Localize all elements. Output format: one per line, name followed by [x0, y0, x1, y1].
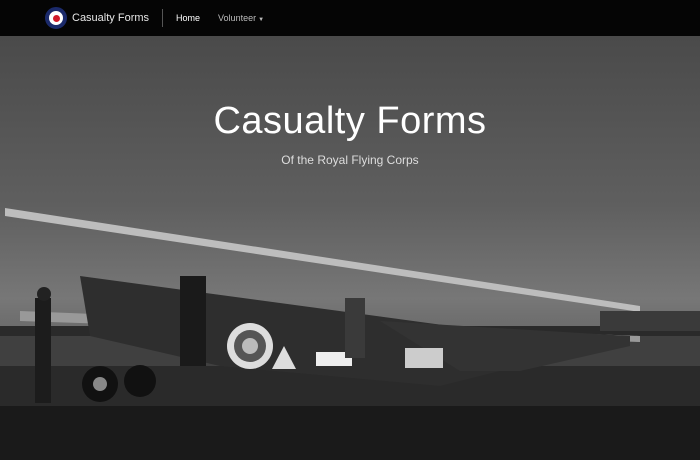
nav-divider — [162, 9, 164, 27]
hero-subtitle: Of the Royal Flying Corps — [281, 153, 419, 167]
brand-name: Casualty Forms — [72, 12, 150, 24]
navbar: Casualty Forms Home Volunteer ▼ — [0, 0, 700, 36]
hero-section: Casualty Forms Of the Royal Flying Corps — [0, 36, 700, 460]
brand-link[interactable]: Casualty Forms — [45, 7, 149, 29]
nav-volunteer-label: Volunteer — [218, 13, 257, 23]
caret-down-icon: ▼ — [258, 17, 265, 23]
nav-volunteer-dropdown[interactable]: Volunteer ▼ — [218, 13, 264, 23]
hero-title: Casualty Forms — [213, 100, 487, 142]
nav-home[interactable]: Home — [176, 13, 200, 23]
raf-roundel-logo-icon — [45, 7, 67, 29]
